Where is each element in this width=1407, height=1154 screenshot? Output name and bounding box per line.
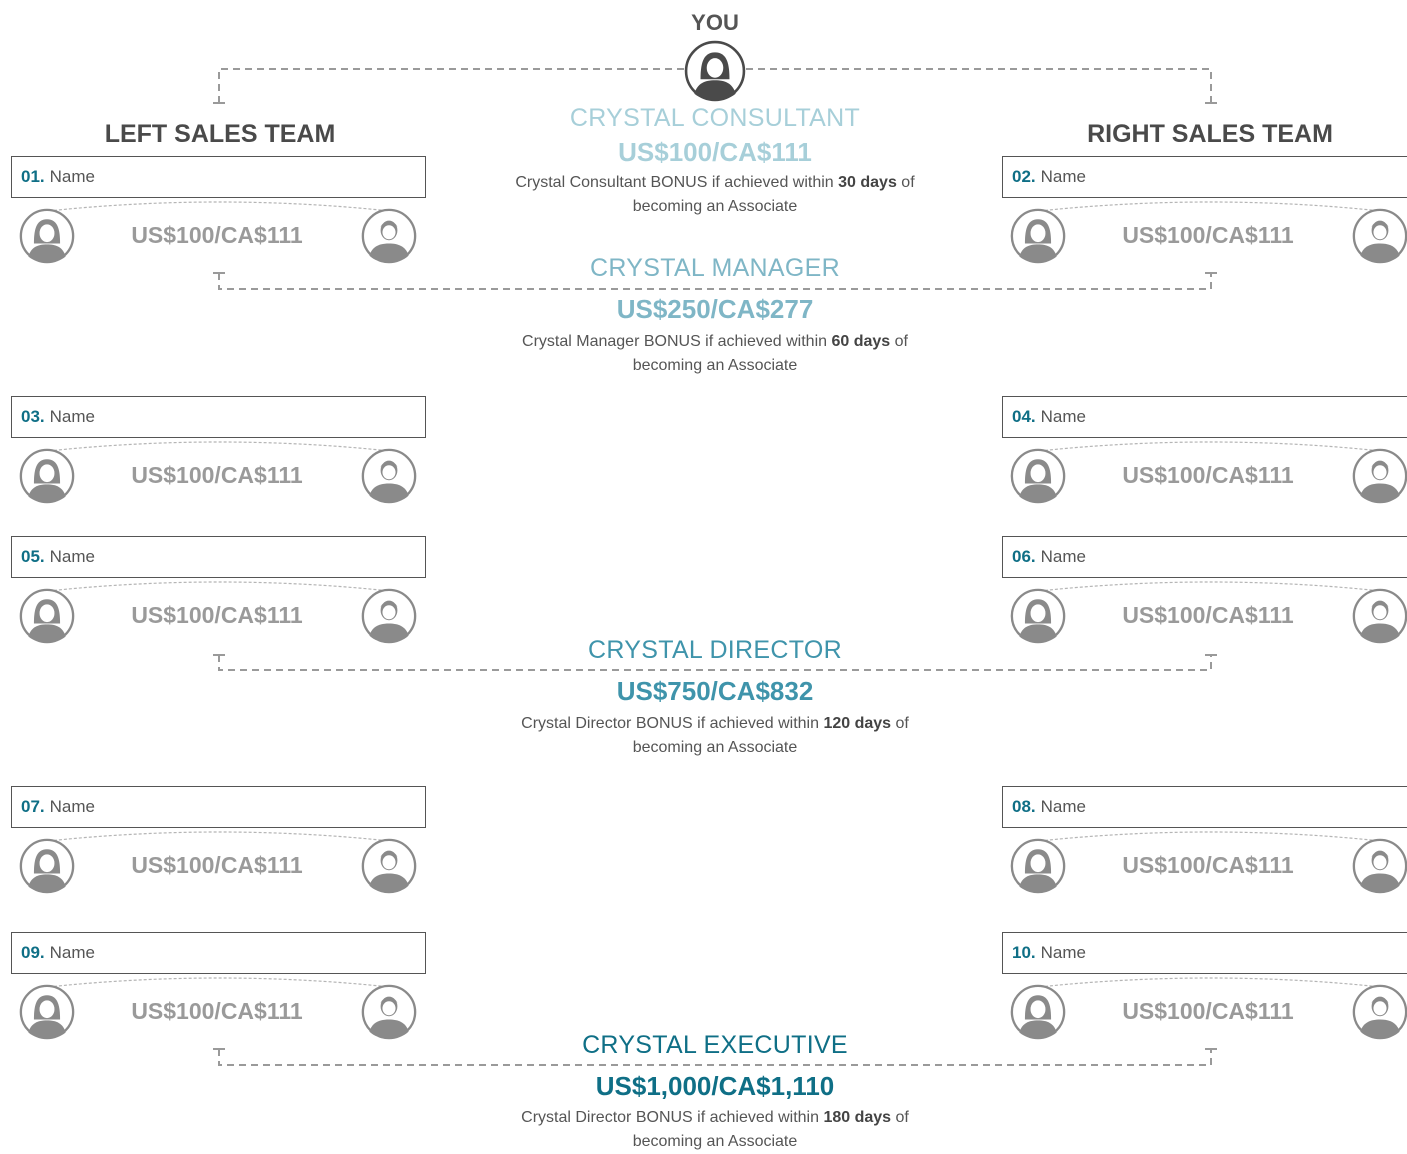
rank-title: CRYSTAL CONSULTANT <box>569 104 861 132</box>
man-avatar-icon <box>1352 588 1407 644</box>
woman-avatar-icon <box>1010 208 1066 264</box>
member-bonus-amount: US$100/CA$111 <box>1122 852 1294 878</box>
member-name-field[interactable]: 06. Name <box>1002 536 1407 578</box>
member-number: 04. <box>1012 407 1036 426</box>
member-name-field[interactable]: 08. Name <box>1002 786 1407 828</box>
dashed-arc-line <box>38 581 400 593</box>
rank-title: CRYSTAL EXECUTIVE <box>582 1031 848 1059</box>
woman-avatar-icon <box>19 448 75 504</box>
woman-avatar-icon <box>19 208 75 264</box>
member-name-field[interactable]: 04. Name <box>1002 396 1407 438</box>
member-name: Name <box>49 797 95 816</box>
left-team-title: LEFT SALES TEAM <box>104 120 336 148</box>
member-name: Name <box>49 943 95 962</box>
member-bonus-amount: US$100/CA$111 <box>131 998 303 1024</box>
member-name-field[interactable]: 10. Name <box>1002 932 1407 974</box>
member-bonus-amount: US$100/CA$111 <box>1122 462 1294 488</box>
member-bonus-amount: US$100/CA$111 <box>131 462 303 488</box>
member-name-field[interactable]: 07. Name <box>11 786 426 828</box>
man-avatar-icon <box>1352 448 1407 504</box>
dashed-arc-line <box>38 977 400 989</box>
member-bonus-amount: US$100/CA$111 <box>1122 222 1294 248</box>
member-bonus-amount: US$100/CA$111 <box>1122 602 1294 628</box>
dashed-arc-line <box>1029 201 1391 213</box>
rank-description: Crystal Director BONUS if achieved withi… <box>521 1109 909 1150</box>
member-name-field[interactable]: 03. Name <box>11 396 426 438</box>
man-avatar-icon <box>361 208 417 264</box>
member-name: Name <box>49 167 95 186</box>
man-avatar-icon <box>361 588 417 644</box>
man-avatar-icon <box>361 448 417 504</box>
member-name-field[interactable]: 02. Name <box>1002 156 1407 198</box>
rank-amount: US$250/CA$277 <box>616 294 814 324</box>
dashed-arc-line <box>1029 831 1391 843</box>
member-number: 09. <box>21 943 45 962</box>
man-avatar-icon <box>1352 984 1407 1040</box>
member-name: Name <box>1040 547 1086 566</box>
member-name-field[interactable]: 09. Name <box>11 932 426 974</box>
member-bonus-amount: US$100/CA$111 <box>1122 998 1294 1024</box>
rank-title: CRYSTAL MANAGER <box>590 254 840 282</box>
member-name: Name <box>1040 407 1086 426</box>
member-name: Name <box>49 547 95 566</box>
woman-avatar-icon <box>1010 984 1066 1040</box>
woman-avatar-icon <box>1010 448 1066 504</box>
member-name-field[interactable]: 01. Name <box>11 156 426 198</box>
member-name-field[interactable]: 05. Name <box>11 536 426 578</box>
member-number: 08. <box>1012 797 1036 816</box>
man-avatar-icon <box>1352 208 1407 264</box>
rank-description: Crystal Manager BONUS if achieved within… <box>522 333 908 374</box>
rank-amount: US$1,000/CA$1,110 <box>595 1071 835 1101</box>
member-number: 06. <box>1012 547 1036 566</box>
woman-avatar-icon <box>19 984 75 1040</box>
member-number: 10. <box>1012 943 1036 962</box>
man-avatar-icon <box>1352 838 1407 894</box>
dashed-arc-line <box>38 831 400 843</box>
member-bonus-amount: US$100/CA$111 <box>131 222 303 248</box>
man-avatar-icon <box>361 838 417 894</box>
woman-avatar-icon <box>684 40 746 102</box>
member-name: Name <box>1040 943 1086 962</box>
member-bonus-amount: US$100/CA$111 <box>131 602 303 628</box>
woman-avatar-icon <box>1010 838 1066 894</box>
member-number: 01. <box>21 167 45 186</box>
member-number: 03. <box>21 407 45 426</box>
member-name: Name <box>1040 167 1086 186</box>
dashed-arc-line <box>38 441 400 453</box>
member-name: Name <box>49 407 95 426</box>
man-avatar-icon <box>361 984 417 1040</box>
member-number: 05. <box>21 547 45 566</box>
member-bonus-amount: US$100/CA$111 <box>131 852 303 878</box>
woman-avatar-icon <box>19 838 75 894</box>
dashed-arc-line <box>1029 581 1391 593</box>
dashed-arc-line <box>38 201 400 213</box>
you-label: YOU <box>691 10 739 35</box>
rank-amount: US$750/CA$832 <box>616 676 814 706</box>
member-name: Name <box>1040 797 1086 816</box>
rank-title: CRYSTAL DIRECTOR <box>588 636 842 664</box>
member-number: 07. <box>21 797 45 816</box>
right-team-title: RIGHT SALES TEAM <box>1087 120 1333 148</box>
rank-amount: US$100/CA$111 <box>618 137 812 167</box>
dashed-arc-line <box>1029 977 1391 989</box>
woman-avatar-icon <box>1010 588 1066 644</box>
member-number: 02. <box>1012 167 1036 186</box>
rank-description: Crystal Director BONUS if achieved withi… <box>521 715 909 756</box>
rank-description: Crystal Consultant BONUS if achieved wit… <box>515 174 915 215</box>
woman-avatar-icon <box>19 588 75 644</box>
dashed-arc-line <box>1029 441 1391 453</box>
